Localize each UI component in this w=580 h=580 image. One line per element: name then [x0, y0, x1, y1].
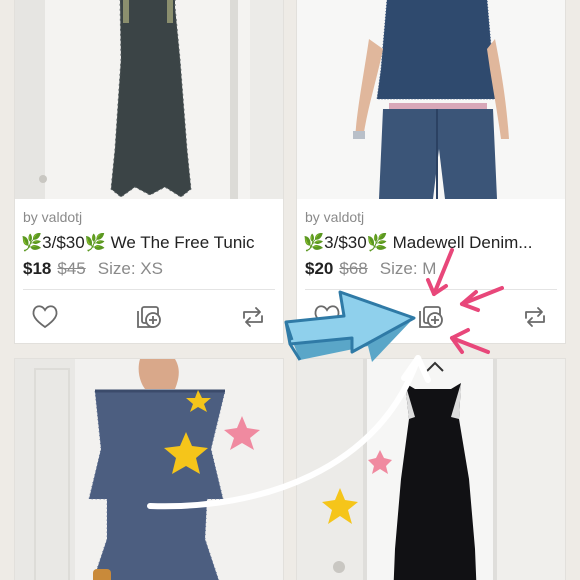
heart-icon	[314, 305, 340, 329]
listing-card[interactable]: by valdotj 🌿3/$30🌿 Madewell Denim... $20…	[296, 0, 566, 344]
like-button[interactable]	[27, 299, 63, 335]
leaf-emoji: 🌿	[366, 233, 388, 252]
listing-photo[interactable]	[297, 359, 566, 580]
price: $20	[305, 259, 334, 278]
divider	[23, 289, 275, 290]
original-price: $68	[339, 259, 368, 278]
price: $18	[23, 259, 52, 278]
listing-title[interactable]: 🌿3/$30🌿 We The Free Tunic	[21, 233, 281, 253]
share-button[interactable]	[235, 299, 271, 335]
like-button[interactable]	[309, 299, 345, 335]
listing-photo[interactable]	[15, 0, 284, 199]
listing-photo[interactable]	[297, 0, 566, 199]
listing-card[interactable]	[14, 358, 284, 580]
bundle-deal: 3/$30	[324, 233, 367, 252]
action-bar	[297, 299, 565, 335]
share-button[interactable]	[517, 299, 553, 335]
listing-photo[interactable]	[15, 359, 284, 580]
seller-name[interactable]: by valdotj	[305, 209, 364, 225]
price-row: $20 $68 Size: M	[305, 259, 436, 279]
add-to-bundle-icon	[419, 306, 443, 328]
action-bar	[15, 299, 283, 335]
leaf-emoji: 🌿	[84, 233, 106, 252]
add-to-bundle-button[interactable]	[413, 299, 449, 335]
divider	[305, 289, 557, 290]
original-price: $45	[57, 259, 86, 278]
leaf-emoji: 🌿	[303, 233, 325, 252]
add-to-bundle-icon	[137, 306, 161, 328]
add-to-bundle-button[interactable]	[131, 299, 167, 335]
share-icon	[525, 307, 545, 327]
listing-card[interactable]: by valdotj 🌿3/$30🌿 We The Free Tunic $18…	[14, 0, 284, 344]
heart-icon	[32, 305, 58, 329]
leaf-emoji: 🌿	[21, 233, 43, 252]
listing-card[interactable]	[296, 358, 566, 580]
bundle-deal: 3/$30	[42, 233, 85, 252]
share-icon	[243, 307, 263, 327]
seller-name[interactable]: by valdotj	[23, 209, 82, 225]
size-label: Size: M	[379, 259, 437, 278]
listing-name: We The Free Tunic	[110, 233, 255, 252]
listing-name: Madewell Denim...	[392, 233, 533, 252]
listing-title[interactable]: 🌿3/$30🌿 Madewell Denim...	[303, 233, 563, 253]
price-row: $18 $45 Size: XS	[23, 259, 163, 279]
size-label: Size: XS	[97, 259, 163, 278]
